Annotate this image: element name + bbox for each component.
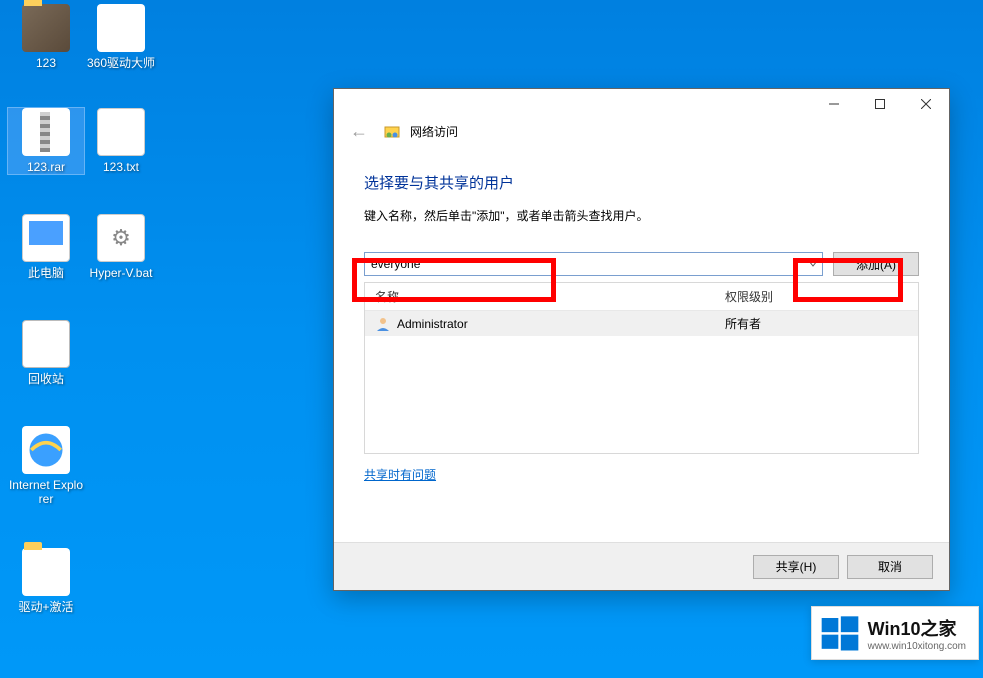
gear-icon (97, 4, 145, 52)
cancel-button[interactable]: 取消 (847, 555, 933, 579)
folder-icon (22, 4, 70, 52)
dialog-title: 网络访问 (410, 123, 458, 140)
icon-label: 123.rar (8, 160, 84, 174)
desktop-icon-thispc[interactable]: 此电脑 (8, 214, 84, 280)
table-header: 名称 权限级别 (365, 283, 918, 311)
share-users-table: 名称 权限级别 Administrator 所有者 (364, 282, 919, 454)
section-title: 选择要与其共享的用户 (364, 172, 919, 193)
desktop-icon-360driver[interactable]: 360驱动大师 (83, 4, 159, 70)
icon-label: Hyper-V.bat (83, 266, 159, 280)
watermark-url: www.win10xitong.com (868, 641, 966, 652)
minimize-button[interactable] (811, 89, 857, 119)
maximize-button[interactable] (857, 89, 903, 119)
icon-label: Internet Explorer (8, 478, 84, 506)
share-button[interactable]: 共享(H) (753, 555, 839, 579)
icon-label: 123.txt (83, 160, 159, 174)
icon-label: 此电脑 (8, 266, 84, 280)
windows-logo-icon (820, 613, 860, 653)
dialog-header: ← 网络访问 (334, 119, 949, 150)
network-share-icon (384, 124, 400, 140)
help-link[interactable]: 共享时有问题 (364, 466, 436, 483)
close-button[interactable] (903, 89, 949, 119)
user-input[interactable] (364, 252, 823, 276)
dialog-content: 选择要与其共享的用户 键入名称，然后单击"添加"，或者单击箭头查找用户。 添加(… (334, 150, 949, 483)
back-arrow-icon: ← (344, 121, 374, 142)
icon-label: 回收站 (8, 372, 84, 386)
archive-icon (22, 108, 70, 156)
watermark-title: Win10之家 (868, 615, 966, 641)
desktop-icon-recyclebin[interactable]: 回收站 (8, 320, 84, 386)
desktop-icon-hypervbat[interactable]: Hyper-V.bat (83, 214, 159, 280)
add-button[interactable]: 添加(A) (833, 252, 919, 276)
dialog-footer: 共享(H) 取消 (334, 542, 949, 590)
computer-icon (22, 214, 70, 262)
icon-label: 360驱动大师 (83, 56, 159, 70)
desktop-icon-folder-123[interactable]: 123 (8, 4, 84, 70)
chevron-down-icon[interactable] (804, 253, 822, 275)
user-icon (375, 316, 391, 332)
row-user-name: Administrator (397, 317, 468, 331)
desktop-icon-driver-activate[interactable]: 驱动+激活 (8, 548, 84, 614)
column-name[interactable]: 名称 (365, 283, 715, 310)
user-combobox[interactable] (364, 252, 823, 276)
row-permission: 所有者 (715, 311, 918, 336)
folder-icon (22, 548, 70, 596)
desktop-icon-123txt[interactable]: 123.txt (83, 108, 159, 174)
network-access-dialog: ← 网络访问 选择要与其共享的用户 键入名称，然后单击"添加"，或者单击箭头查找… (333, 88, 950, 591)
titlebar (334, 89, 949, 119)
icon-label: 123 (8, 56, 84, 70)
column-permission[interactable]: 权限级别 (715, 283, 918, 310)
batch-file-icon (97, 214, 145, 262)
instruction-text: 键入名称，然后单击"添加"，或者单击箭头查找用户。 (364, 207, 919, 224)
watermark: Win10之家 www.win10xitong.com (811, 606, 979, 660)
desktop-icon-123rar[interactable]: 123.rar (8, 108, 84, 174)
desktop-icon-ie[interactable]: Internet Explorer (8, 426, 84, 506)
table-row[interactable]: Administrator 所有者 (365, 311, 918, 336)
internet-explorer-icon (22, 426, 70, 474)
recycle-bin-icon (22, 320, 70, 368)
user-input-row: 添加(A) (364, 252, 919, 276)
text-file-icon (97, 108, 145, 156)
icon-label: 驱动+激活 (8, 600, 84, 614)
